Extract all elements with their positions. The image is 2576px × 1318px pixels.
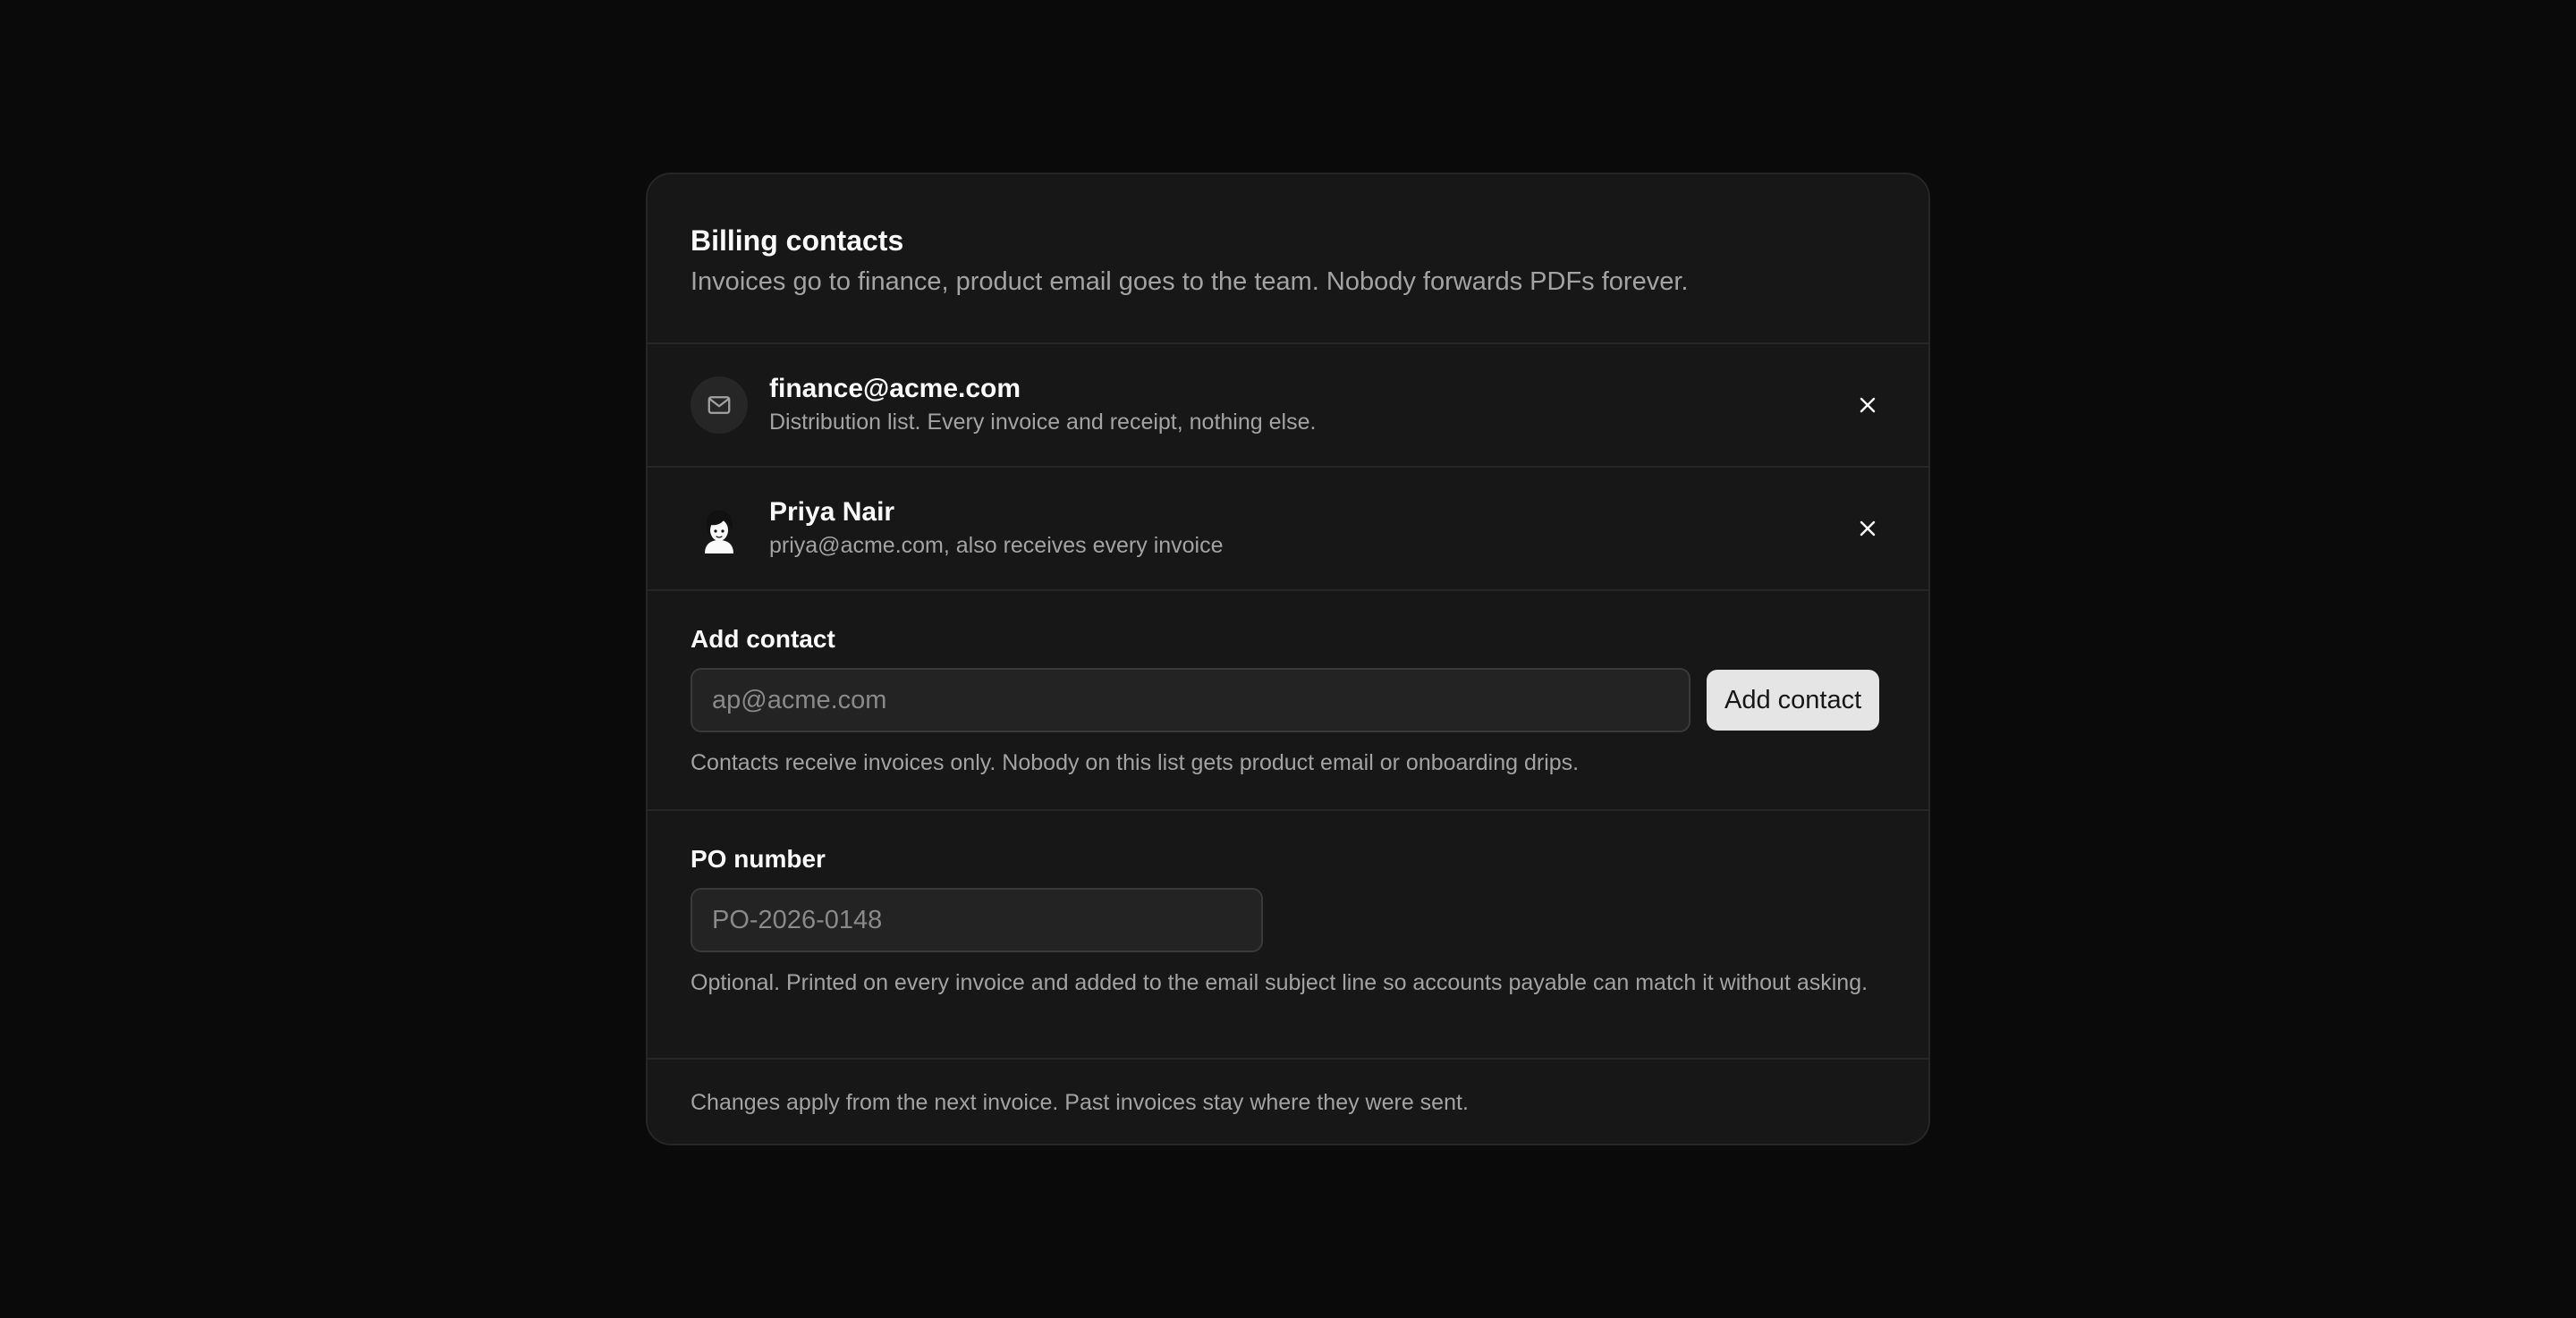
avatar xyxy=(691,500,748,557)
po-number-section: PO number Optional. Printed on every inv… xyxy=(648,811,1928,1060)
add-contact-helper: Contacts receive invoices only. Nobody o… xyxy=(691,750,1580,775)
card-footer: Changes apply from the next invoice. Pas… xyxy=(648,1060,1928,1144)
contact-text: finance@acme.com Distribution list. Ever… xyxy=(769,373,1843,437)
remove-contact-button[interactable] xyxy=(1843,380,1893,430)
card-title: Billing contacts xyxy=(691,224,904,257)
contact-description: priya@acme.com, also receives every invo… xyxy=(769,533,1224,558)
contact-description: Distribution list. Every invoice and rec… xyxy=(769,410,1317,435)
contact-name: finance@acme.com xyxy=(769,374,1021,403)
add-contact-section: Add contact Add contact Contacts receive… xyxy=(648,591,1928,811)
close-icon xyxy=(1860,397,1876,413)
contact-row-finance: finance@acme.com Distribution list. Ever… xyxy=(648,344,1928,468)
add-contact-label: Add contact xyxy=(691,625,835,653)
footer-text: Changes apply from the next invoice. Pas… xyxy=(691,1090,1469,1115)
card-header: Billing contacts Invoices go to finance,… xyxy=(648,174,1928,344)
contact-text: Priya Nair priya@acme.com, also receives… xyxy=(769,496,1843,561)
po-number-input[interactable] xyxy=(691,888,1263,952)
contact-row-priya: Priya Nair priya@acme.com, also receives… xyxy=(648,468,1928,591)
add-contact-button[interactable]: Add contact xyxy=(1707,670,1880,731)
billing-contacts-card: Billing contacts Invoices go to finance,… xyxy=(646,173,1930,1145)
contact-name: Priya Nair xyxy=(769,497,895,527)
po-number-row xyxy=(691,888,1885,952)
po-number-label: PO number xyxy=(691,845,826,873)
add-contact-email-input[interactable] xyxy=(691,668,1690,732)
add-contact-row: Add contact xyxy=(691,668,1885,732)
close-icon xyxy=(1860,520,1876,536)
remove-contact-button[interactable] xyxy=(1843,503,1893,553)
card-subtitle: Invoices go to finance, product email go… xyxy=(691,267,1689,296)
po-number-helper: Optional. Printed on every invoice and a… xyxy=(691,970,1868,995)
mail-icon xyxy=(691,376,748,434)
